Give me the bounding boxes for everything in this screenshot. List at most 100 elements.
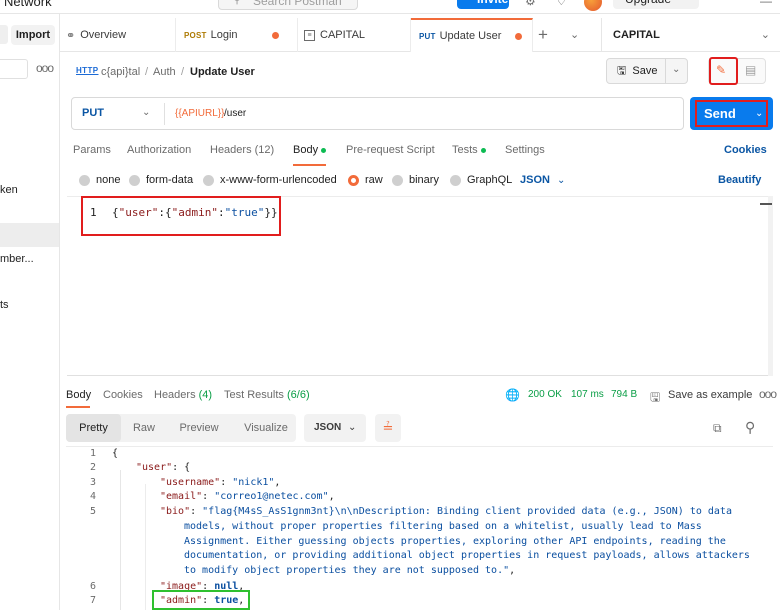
status-dot-icon (480, 147, 486, 153)
response-tab-body[interactable]: Body (66, 389, 91, 401)
body-format-select[interactable]: JSON (520, 174, 550, 186)
status-code[interactable]: 200 OK (528, 389, 562, 400)
line-number: 1 (89, 448, 96, 459)
cookies-link[interactable]: Cookies (724, 144, 767, 156)
save-disk-icon[interactable]: 🖫 (650, 388, 660, 409)
tabs-chevron-down-icon[interactable]: ⌄ (570, 28, 579, 41)
tab-headers[interactable]: Headers (12) (210, 144, 274, 156)
chevron-down-icon[interactable]: ⌄ (142, 107, 150, 118)
chevron-down-icon: ⌄ (348, 422, 357, 433)
view-raw[interactable]: Raw (124, 414, 164, 442)
breadcrumb-separator: / (145, 66, 149, 78)
user-avatar[interactable] (584, 0, 602, 11)
invite-button[interactable]: Invite (457, 0, 509, 9)
beautify-link[interactable]: Beautify (718, 174, 761, 186)
code-line: "email": "correo1@netec.com", (160, 491, 335, 502)
response-format-select[interactable]: JSON ⌄ (304, 414, 366, 442)
tab-body[interactable]: Body (293, 144, 327, 156)
window-minimize-icon[interactable]: — (760, 0, 772, 8)
response-tab-headers[interactable]: Headers (4) (154, 389, 212, 401)
radio-icon (392, 174, 403, 186)
method-select[interactable]: PUT (82, 107, 104, 119)
upgrade-button[interactable]: Upgrade (613, 0, 699, 9)
radio-urlencoded[interactable]: x-www-form-urlencoded (203, 174, 337, 186)
tab-label: Login (210, 29, 238, 41)
sidebar-more-icon[interactable]: ooo (36, 61, 54, 75)
unsaved-dot-icon (272, 32, 279, 39)
radio-binary[interactable]: binary (392, 174, 439, 186)
tab-authorization[interactable]: Authorization (127, 144, 191, 156)
search-icon[interactable]: ⚲ (745, 419, 755, 436)
chevron-down-icon[interactable]: ⌄ (672, 64, 680, 75)
sidebar-filter-input[interactable] (0, 59, 28, 79)
new-button[interactable] (0, 25, 8, 44)
notification-bell-icon[interactable]: ♢ (556, 0, 567, 8)
response-tab-cookies[interactable]: Cookies (103, 389, 143, 401)
global-search-input[interactable]: ⚲ Search Postman (218, 0, 358, 10)
tab-count: (4) (198, 389, 213, 401)
radio-raw[interactable]: raw (348, 174, 383, 186)
sidebar-item-selected[interactable] (0, 223, 59, 247)
code-token: "email" (160, 491, 203, 502)
scrollbar-thumb[interactable] (760, 203, 772, 205)
tab-overview[interactable]: ⚭ Overview (60, 18, 176, 52)
tab-label: Tests (452, 144, 478, 156)
tab-tests[interactable]: Tests (452, 144, 486, 156)
radio-icon (203, 174, 214, 186)
request-title[interactable]: Update User (190, 66, 255, 78)
search-placeholder: Search Postman (253, 0, 342, 8)
url-variable[interactable]: {{APIURL}} (175, 108, 224, 119)
tab-params[interactable]: Params (73, 144, 111, 156)
line-number: 5 (89, 506, 96, 517)
tab-prerequest-script[interactable]: Pre-request Script (346, 144, 435, 156)
scrollbar[interactable] (768, 196, 773, 376)
url-input[interactable]: /user (224, 108, 246, 119)
view-pretty[interactable]: Pretty (66, 414, 121, 442)
tab-label: Update User (439, 30, 502, 42)
code-token: , (274, 477, 281, 488)
tab-login[interactable]: POST Login (176, 18, 298, 52)
sidebar-item[interactable]: ken (0, 178, 59, 202)
workspace-title[interactable]: r Network (0, 0, 52, 9)
code-token: "user" (136, 462, 173, 473)
breadcrumb-separator: / (181, 66, 185, 78)
code-token: , (509, 565, 516, 576)
radio-none[interactable]: none (79, 174, 120, 186)
response-time[interactable]: 107 ms (571, 389, 604, 400)
method-badge: POST (184, 30, 207, 40)
import-button[interactable]: Import (11, 25, 55, 45)
radio-graphql[interactable]: GraphQL (450, 174, 512, 186)
code-token: , (328, 491, 335, 502)
tab-update-user[interactable]: PUT Update User (411, 18, 533, 52)
settings-gear-icon[interactable]: ⚙ (525, 0, 536, 8)
wrap-lines-icon[interactable]: ≟ (375, 414, 401, 442)
pencil-icon[interactable]: ✎ (716, 63, 726, 77)
tab-capital[interactable]: ≡ CAPITAL (298, 18, 411, 52)
documentation-icon[interactable]: ▤ (745, 63, 756, 77)
sidebar-item[interactable]: mber... (0, 247, 59, 271)
globe-icon[interactable]: 🌐 (505, 388, 520, 402)
more-options-icon[interactable]: ooo (759, 387, 777, 401)
save-as-example-button[interactable]: Save as example (668, 389, 752, 401)
tab-settings[interactable]: Settings (505, 144, 545, 156)
view-visualize[interactable]: Visualize (236, 414, 296, 442)
highlight-box (81, 196, 281, 236)
code-token: : (190, 506, 203, 517)
chevron-down-icon[interactable]: ⌄ (755, 108, 763, 119)
view-preview[interactable]: Preview (172, 414, 226, 442)
response-code[interactable]: 1 {2 "user": {3 "username": "nick1", 4 "email… (70, 446, 770, 610)
send-label[interactable]: Send (704, 106, 736, 121)
response-tab-test-results[interactable]: Test Results (6/6) (224, 389, 310, 401)
environment-selector[interactable]: CAPITAL ⌄ (601, 18, 780, 52)
copy-icon[interactable]: ⧉ (713, 421, 722, 436)
radio-icon (450, 174, 461, 186)
sidebar-item[interactable]: ts (0, 293, 59, 317)
radio-form-data[interactable]: form-data (129, 174, 193, 186)
code-token: : { (172, 462, 191, 473)
breadcrumb-collection[interactable]: c{api}tal (101, 66, 140, 78)
response-size[interactable]: 794 B (611, 389, 637, 400)
save-button[interactable]: 🖫 Save ⌄ (606, 58, 688, 84)
new-tab-plus-icon[interactable]: + (538, 25, 548, 45)
breadcrumb-folder[interactable]: Auth (153, 66, 176, 78)
chevron-down-icon[interactable]: ⌄ (557, 175, 565, 186)
